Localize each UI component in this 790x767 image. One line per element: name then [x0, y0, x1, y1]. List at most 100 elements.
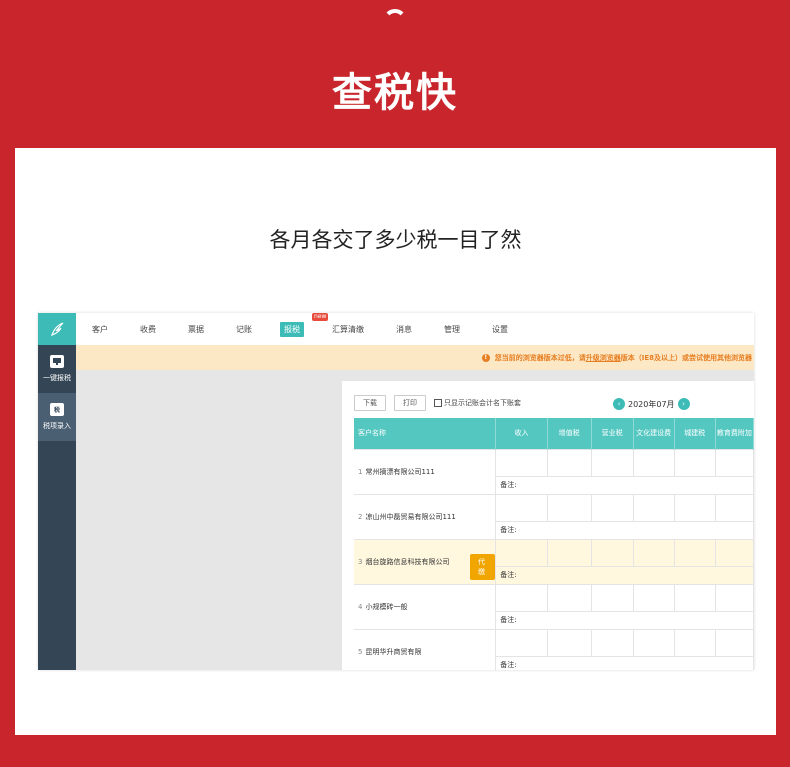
value-cell[interactable] [714, 493, 754, 522]
value-cell[interactable] [546, 493, 592, 522]
customer-name-cell: 5 昆明华升商贸有限 [354, 628, 497, 670]
value-cell[interactable] [590, 583, 634, 612]
checkbox-label: 只显示记账会计名下账套 [444, 399, 521, 407]
note-cell[interactable]: 备注: [495, 475, 754, 495]
sidebar-item-label: 税项录入 [43, 422, 71, 430]
col-business-tax: 营业税 [591, 418, 634, 449]
value-cell[interactable] [495, 628, 548, 657]
note-cell[interactable]: 备注: [495, 520, 754, 540]
customer-name: 小规模砖一般 [365, 602, 408, 611]
monitor-icon [50, 355, 64, 368]
row-index: 3 [358, 557, 363, 566]
row-index: 4 [358, 602, 363, 611]
customer-name-cell: 3 烟台旋路信息科技有限公司 代缴 [354, 538, 497, 585]
col-customer-name: 客户名称 [354, 418, 497, 449]
value-cell[interactable] [495, 448, 548, 477]
value-cell[interactable] [546, 583, 592, 612]
nav-customers[interactable]: 客户 [88, 322, 112, 337]
prev-month-icon[interactable]: ‹ [613, 398, 625, 410]
value-cell[interactable] [714, 448, 754, 477]
nav-bookkeeping[interactable]: 记账 [232, 322, 256, 337]
value-cell[interactable] [632, 628, 675, 657]
col-income: 收入 [495, 418, 548, 449]
sidebar-item-label: 一键报税 [43, 374, 71, 382]
withholding-tag[interactable]: 代缴 [470, 553, 496, 580]
notice-text-after: 版本（IE8及以上）或尝试使用其他浏览器 [620, 353, 752, 362]
warning-icon: ! [481, 353, 490, 362]
value-cell[interactable] [495, 493, 548, 522]
accountant-only-checkbox[interactable] [434, 399, 442, 407]
customer-name-cell: 4 小规模砖一般 [354, 583, 497, 630]
print-button[interactable]: 打印 [394, 395, 426, 411]
period-selector: ‹ 2020年07月 › [613, 398, 690, 410]
nav-fees[interactable]: 收费 [136, 322, 160, 337]
sidebar-item-tax-entry[interactable]: 税 税项录入 [38, 393, 76, 441]
value-cell[interactable] [546, 538, 592, 567]
col-education-fee: 教育费附加 [715, 418, 754, 449]
sidebar-item-one-click-tax[interactable]: 一键报税 [38, 345, 76, 393]
content-card: 各月各交了多少税一目了然 一键报税 税 税项录入 客户 收费 票据 记账 报税 … [15, 148, 776, 735]
row-index: 5 [358, 647, 363, 656]
value-cell[interactable] [632, 538, 675, 567]
subtitle: 各月各交了多少税一目了然 [269, 228, 522, 252]
customer-name-cell: 2 凉山州中磊贸易有限公司111 [354, 493, 497, 540]
value-cell[interactable] [632, 493, 675, 522]
browser-notice: ! 您当前的浏览器版本过低，请 升级浏览器 版本（IE8及以上）或尝试使用其他浏… [76, 345, 754, 370]
period-label: 2020年07月 [628, 399, 675, 409]
note-cell[interactable]: 备注: [495, 655, 754, 670]
value-cell[interactable] [590, 493, 634, 522]
note-cell[interactable]: 备注: [495, 565, 754, 585]
col-urban-tax: 城建税 [674, 418, 716, 449]
nav-label: 报税 [284, 324, 300, 334]
nav-management[interactable]: 管理 [440, 322, 464, 337]
customer-name-cell: 1 常州摘漂有限公司111 [354, 448, 497, 495]
sidebar: 一键报税 税 税项录入 [38, 313, 76, 670]
tax-entry-icon: 税 [50, 403, 64, 416]
top-arc-icon [383, 9, 407, 33]
note-cell[interactable]: 备注: [495, 610, 754, 630]
customer-name: 凉山州中磊贸易有限公司111 [365, 512, 456, 521]
nav-settings[interactable]: 设置 [488, 322, 512, 337]
logo [38, 313, 76, 345]
nav-tax-filing[interactable]: 报税 new [280, 313, 329, 337]
customer-name: 烟台旋路信息科技有限公司 [365, 557, 450, 566]
upgrade-browser-link[interactable]: 升级浏览器 [586, 353, 621, 363]
download-button[interactable]: 下载 [354, 395, 386, 411]
next-month-icon[interactable]: › [677, 398, 690, 410]
value-cell[interactable] [590, 538, 634, 567]
value-cell[interactable] [714, 538, 754, 567]
table-row[interactable]: 5 昆明华升商贸有限 [354, 628, 754, 670]
nav-bills[interactable]: 票据 [184, 322, 208, 337]
value-cell[interactable] [495, 538, 548, 567]
table-row[interactable]: 2 凉山州中磊贸易有限公司111 [354, 493, 754, 540]
table-header: 客户名称 收入 增值税 营业税 文化建设费 城建税 教育费附加 [354, 418, 754, 449]
app-screenshot: 一键报税 税 税项录入 客户 收费 票据 记账 报税 new 汇算清缴 消息 管理… [38, 313, 754, 670]
hero-title: 查税快 [332, 70, 458, 116]
value-cell[interactable] [546, 448, 592, 477]
value-cell[interactable] [632, 583, 675, 612]
value-cell[interactable] [673, 538, 716, 567]
top-nav: 客户 收费 票据 记账 报税 new 汇算清缴 消息 管理 设置 [76, 313, 754, 345]
nav-annual-settlement[interactable]: 汇算清缴 [328, 322, 368, 337]
table-row[interactable]: 4 小规模砖一般 [354, 583, 754, 630]
value-cell[interactable] [673, 493, 716, 522]
new-badge: new [312, 313, 329, 321]
value-cell[interactable] [714, 628, 754, 657]
value-cell[interactable] [673, 448, 716, 477]
value-cell[interactable] [590, 448, 634, 477]
tax-table: 客户名称 收入 增值税 营业税 文化建设费 城建税 教育费附加 1 常州摘漂有限公… [354, 418, 754, 670]
nav-messages[interactable]: 消息 [392, 322, 416, 337]
toolbar: 下载 打印 只显示记账会计名下账套 [354, 395, 521, 411]
table-row[interactable]: 1 常州摘漂有限公司111 [354, 448, 754, 495]
value-cell[interactable] [673, 583, 716, 612]
col-culture-fee: 文化建设费 [633, 418, 675, 449]
table-row[interactable]: 3 烟台旋路信息科技有限公司 代缴 [354, 538, 754, 585]
value-cell[interactable] [673, 628, 716, 657]
value-cell[interactable] [495, 583, 548, 612]
feather-logo-icon [51, 322, 64, 336]
value-cell[interactable] [632, 448, 675, 477]
value-cell[interactable] [714, 583, 754, 612]
value-cell[interactable] [590, 628, 634, 657]
col-vat: 增值税 [547, 418, 592, 449]
value-cell[interactable] [546, 628, 592, 657]
